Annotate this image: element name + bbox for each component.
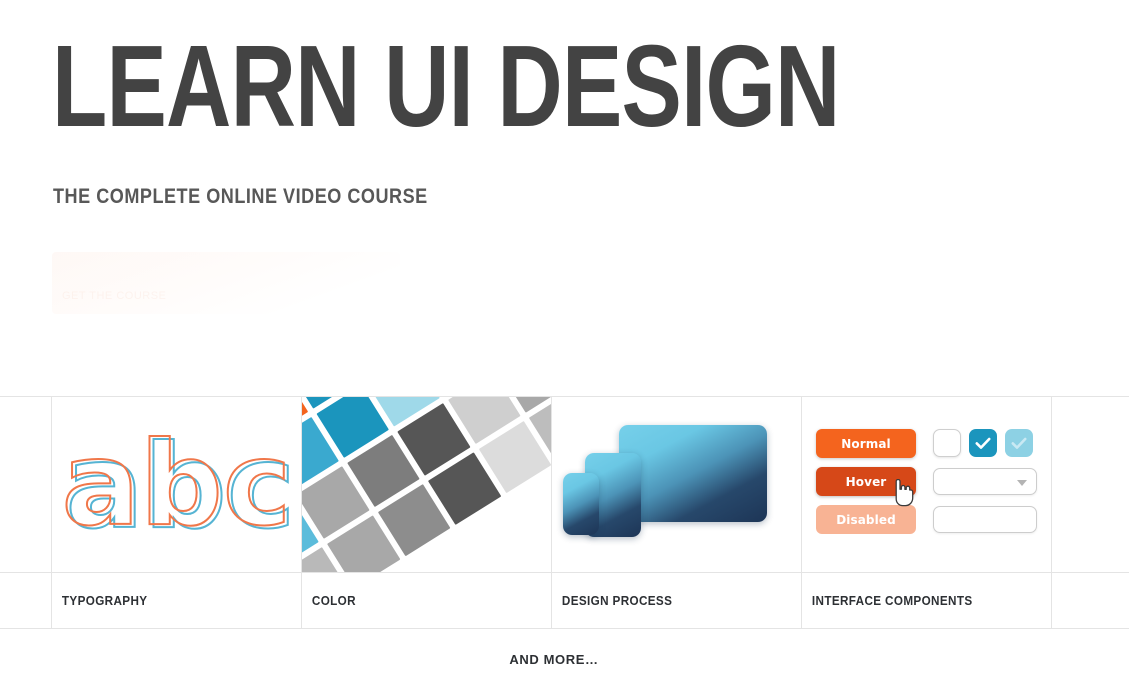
abc-outline-orange: abc bbox=[60, 416, 292, 552]
checkbox-unchecked[interactable] bbox=[933, 429, 961, 457]
grid-cell-typography[interactable]: abc abc abc TYPOGRAPHY bbox=[52, 397, 302, 628]
grid-cell-color[interactable]: COLOR bbox=[302, 397, 552, 628]
desktop-device-icon bbox=[619, 425, 767, 522]
feature-grid: abc abc abc TYPOGRAPHY COLOR DESIGN PROC… bbox=[0, 396, 1129, 629]
checkbox-checked[interactable] bbox=[969, 429, 997, 457]
typography-art: abc abc abc bbox=[52, 397, 301, 573]
swatch-grid bbox=[302, 397, 551, 572]
grid-cell-design-process[interactable]: DESIGN PROCESS bbox=[552, 397, 802, 628]
empty-label-right bbox=[1052, 573, 1121, 628]
empty-label-left bbox=[0, 573, 46, 628]
ui-components-demo: Normal Hover Disabled bbox=[802, 397, 1051, 572]
color-swatch-grid-icon bbox=[302, 397, 551, 572]
phone-device-icon bbox=[563, 473, 599, 535]
select-dropdown[interactable] bbox=[933, 468, 1037, 495]
tile-label-color: COLOR bbox=[311, 593, 356, 608]
tile-label-typography: TYPOGRAPHY bbox=[61, 593, 148, 608]
grid-cell-interface-components[interactable]: Normal Hover Disabled INTERFACE COMPONEN… bbox=[802, 397, 1052, 628]
tile-label-interface-components: INTERFACE COMPONENTS bbox=[811, 593, 973, 608]
empty-art-right bbox=[1052, 397, 1129, 573]
page-subtitle: THE COMPLETE ONLINE VIDEO COURSE bbox=[53, 185, 428, 208]
hover-button[interactable]: Hover bbox=[816, 467, 916, 496]
empty-art-left bbox=[0, 397, 51, 573]
text-input[interactable] bbox=[933, 506, 1037, 533]
abc-letters-icon: abc abc abc bbox=[52, 397, 301, 572]
color-art bbox=[302, 397, 551, 573]
disabled-button: Disabled bbox=[816, 505, 916, 534]
checkbox-checked-disabled bbox=[1005, 429, 1033, 457]
checkmark-faded-icon bbox=[1011, 437, 1027, 449]
faded-cta-label: GET THE COURSE bbox=[62, 290, 167, 302]
grid-cell-empty-left bbox=[0, 397, 52, 628]
chevron-down-icon bbox=[1017, 480, 1027, 486]
devices-icon bbox=[552, 397, 801, 572]
checkmark-icon bbox=[975, 437, 991, 449]
normal-button[interactable]: Normal bbox=[816, 429, 916, 458]
faded-cta-button[interactable]: GET THE COURSE bbox=[52, 252, 400, 314]
page-title: LEARN UI DESIGN bbox=[52, 21, 840, 151]
tile-label-design-process: DESIGN PROCESS bbox=[561, 593, 673, 608]
grid-cell-empty-right bbox=[1052, 397, 1129, 628]
design-process-art bbox=[552, 397, 801, 573]
interface-components-art: Normal Hover Disabled bbox=[802, 397, 1051, 573]
and-more-label: AND MORE… bbox=[509, 652, 599, 667]
